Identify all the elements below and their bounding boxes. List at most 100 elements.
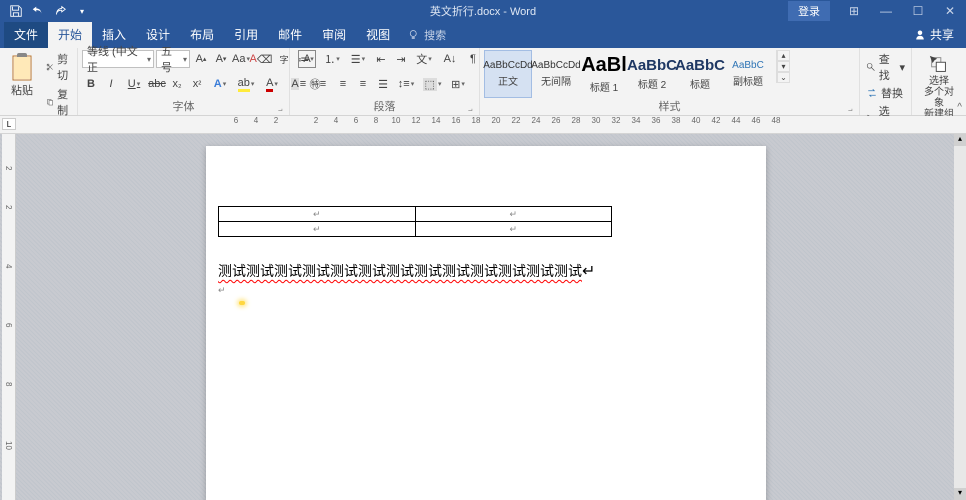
underline-button[interactable]: U▾ [122,75,146,93]
sort-button[interactable]: A↓ [438,50,462,68]
login-button[interactable]: 登录 [788,1,830,21]
grow-font-button[interactable]: A▴ [192,50,210,68]
tab-references[interactable]: 引用 [224,21,268,48]
italic-button[interactable]: I [102,75,120,93]
body-text[interactable]: 测试测试测试测试测试测试测试测试测试测试测试测试测试 [218,263,582,279]
ruler-vertical[interactable]: 2246810 [2,134,16,500]
ruler-tick [206,116,226,132]
increase-indent-button[interactable]: ⇥ [392,50,410,68]
tell-me-search[interactable]: 搜索 [400,22,454,48]
superscript-button[interactable]: x² [188,75,206,93]
numbering-button[interactable]: ⒈▾ [320,50,344,68]
ruler-horizontal[interactable]: L 64224681012141618202224262830323436384… [0,116,966,134]
table-cell[interactable]: ↵ [415,207,612,222]
table-row[interactable]: ↵↵ [219,222,612,237]
document-table[interactable]: ↵↵ ↵↵ [218,206,612,237]
ruler-tick: 46 [746,116,766,132]
tab-layout[interactable]: 布局 [180,21,224,48]
styles-expand[interactable]: ⌄ [777,72,790,83]
cut-button[interactable]: 剪切 [44,50,74,84]
collapse-ribbon-icon[interactable]: ^ [957,102,962,113]
minimize-icon[interactable]: — [870,0,902,22]
group-paragraph: ≔▾ ⒈▾ ☰▾ ⇤ ⇥ 文▾ A↓ ¶ ≡ ≡ ≡ ≡ ☰ ↕≡▾ ⬚▾ ⊞▾… [290,48,480,115]
ruler-tick: 30 [586,116,606,132]
justify-button[interactable]: ≡ [354,75,372,93]
subscript-button[interactable]: x₂ [168,75,186,93]
replace-button[interactable]: 替换 [864,84,907,102]
paragraph-mark: ↵ [218,285,754,296]
highlight-button[interactable]: ab▾ [234,75,258,93]
ruler-tick: 44 [726,116,746,132]
paste-button[interactable]: 粘贴 [4,50,40,100]
ruler-tick: 8 [4,382,13,402]
vertical-scrollbar[interactable]: ▴ ▾ [954,134,966,500]
distribute-button[interactable]: ☰ [374,75,392,93]
tab-view[interactable]: 视图 [356,21,400,48]
style-标题 1[interactable]: AaBl标题 1 [580,50,628,98]
borders-button[interactable]: ⊞▾ [446,75,470,93]
style-正文[interactable]: AaBbCcDd正文 [484,50,532,98]
save-icon[interactable] [6,1,26,21]
title-bar: ▾ 英文折行.docx - Word 登录 ⊞ — ☐ ✕ [0,0,966,22]
change-case-button[interactable]: Aa▾ [232,50,250,68]
ribbon-options-icon[interactable]: ⊞ [838,0,870,22]
share-button[interactable]: 共享 [902,21,966,48]
decrease-indent-button[interactable]: ⇤ [372,50,390,68]
ruler-tick: 4 [246,116,266,132]
document-paragraph[interactable]: 测试测试测试测试测试测试测试测试测试测试测试测试测试↵ [218,261,754,281]
font-size-combo[interactable]: 五号 [156,50,190,68]
font-name-combo[interactable]: 等线 (中文正 [82,50,154,68]
style-标题[interactable]: AaBbC标题 [676,50,724,98]
align-left-button[interactable]: ≡ [294,75,312,93]
ruler-tick: 2 [4,166,13,186]
clear-format-button[interactable]: A⌫ [252,50,270,68]
style-name-label: 标题 2 [638,76,666,91]
document-workspace[interactable]: 2246810 ↵↵ ↵↵ 测试测试测试测试测试测试测试测试测试测试测试测试测试… [0,134,966,500]
multilevel-button[interactable]: ☰▾ [346,50,370,68]
group-clipboard: 粘贴 剪切 复制 格式刷 剪贴板 [0,48,78,115]
table-cell[interactable]: ↵ [415,222,612,237]
styles-scroll-down[interactable]: ▾ [777,61,790,72]
font-color-button[interactable]: A▾ [260,75,284,93]
select-objects-icon [928,54,950,76]
text-direction-button[interactable]: 文▾ [412,50,436,68]
tab-selector[interactable]: L [2,118,16,130]
align-right-button[interactable]: ≡ [334,75,352,93]
select-objects-button[interactable]: 选择 多个对象 新建组 [916,50,962,120]
strikethrough-button[interactable]: abc [148,75,166,93]
find-button[interactable]: 查找▾ [864,50,907,84]
tab-mailings[interactable]: 邮件 [268,21,312,48]
copy-button[interactable]: 复制 [44,85,74,119]
line-spacing-button[interactable]: ↕≡▾ [394,75,418,93]
table-cell[interactable]: ↵ [219,207,416,222]
close-icon[interactable]: ✕ [934,0,966,22]
styles-scroll-up[interactable]: ▴ [777,50,790,61]
qat-customize-icon[interactable]: ▾ [72,1,92,21]
tab-file[interactable]: 文件 [4,21,48,48]
ruler-tick: 24 [526,116,546,132]
shading-button[interactable]: ⬚▾ [420,75,444,93]
bold-button[interactable]: B [82,75,100,93]
page[interactable]: ↵↵ ↵↵ 测试测试测试测试测试测试测试测试测试测试测试测试测试↵ ↵ [206,146,766,500]
scroll-down-icon[interactable]: ▾ [954,488,966,500]
style-标题 2[interactable]: AaBbC标题 2 [628,50,676,98]
maximize-icon[interactable]: ☐ [902,0,934,22]
ruler-tick: 2 [4,205,13,225]
redo-icon[interactable] [50,1,70,21]
style-副标题[interactable]: AaBbC副标题 [724,50,772,98]
ruler-tick [286,116,306,132]
tab-review[interactable]: 审阅 [312,21,356,48]
ruler-tick: 2 [266,116,286,132]
shrink-font-button[interactable]: A▾ [212,50,230,68]
group-label-paragraph: 段落 [294,98,475,115]
style-无间隔[interactable]: AaBbCcDd无间隔 [532,50,580,98]
text-effects-button[interactable]: A▾ [208,75,232,93]
undo-icon[interactable] [28,1,48,21]
ruler-tick: 4 [4,264,13,284]
align-center-button[interactable]: ≡ [314,75,332,93]
bullets-button[interactable]: ≔▾ [294,50,318,68]
scroll-up-icon[interactable]: ▴ [954,134,966,146]
table-row[interactable]: ↵↵ [219,207,612,222]
table-cell[interactable]: ↵ [219,222,416,237]
tab-home[interactable]: 开始 [48,21,92,48]
